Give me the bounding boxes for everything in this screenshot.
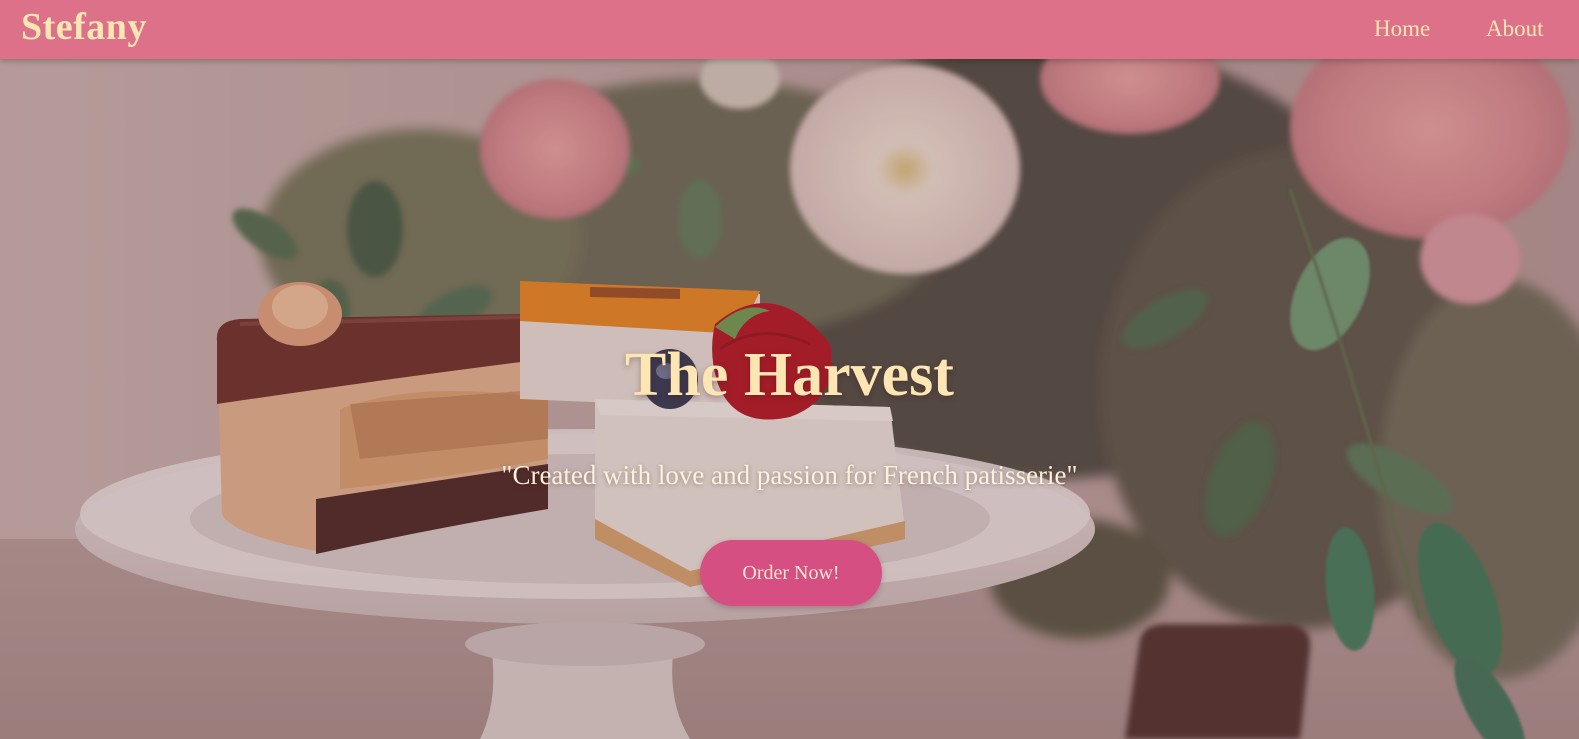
- brand-logo[interactable]: Stefany: [21, 4, 147, 50]
- nav-link-about[interactable]: About: [1486, 14, 1544, 44]
- nav-link-home[interactable]: Home: [1374, 14, 1430, 44]
- page: Stefany Home About The Harvest "Created …: [0, 0, 1579, 739]
- order-now-button[interactable]: Order Now!: [700, 540, 882, 606]
- navbar: Stefany Home About: [0, 0, 1579, 59]
- hero-tagline: "Created with love and passion for Frenc…: [501, 460, 1078, 490]
- hero-title: The Harvest: [625, 341, 954, 409]
